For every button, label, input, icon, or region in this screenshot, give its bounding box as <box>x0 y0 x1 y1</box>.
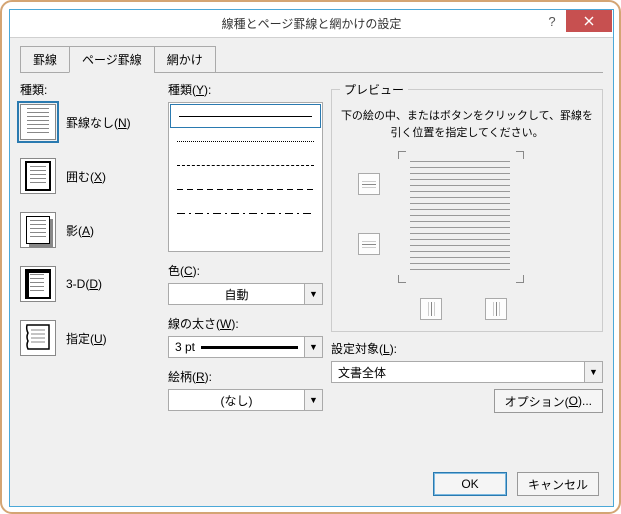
titlebar: 線種とページ罫線と網かけの設定 ? <box>10 10 613 38</box>
width-dropdown-button[interactable]: ▼ <box>305 336 323 358</box>
help-button[interactable]: ? <box>538 10 566 32</box>
setting-list: 罫線なし(N) 囲む(X) 影(A) 3-D(D) <box>20 102 160 358</box>
setting-box[interactable]: 囲む(X) <box>20 156 160 196</box>
width-sample-line <box>201 346 298 349</box>
setting-none-label: 罫線なし(N) <box>66 114 131 131</box>
guide-corner <box>398 275 406 283</box>
setting-shadow-label: 影(A) <box>66 222 94 239</box>
apply-to-dropdown[interactable]: 文書全体 ▼ <box>331 361 603 383</box>
width-value: 3 pt <box>168 336 305 358</box>
color-dropdown-button[interactable]: ▼ <box>305 283 323 305</box>
setting-custom-icon <box>20 320 56 356</box>
preview-group: プレビュー 下の絵の中、またはボタンをクリックして、罫線を引く位置を指定してくだ… <box>331 81 603 332</box>
setting-none-icon <box>20 104 56 140</box>
setting-label: 種類: <box>20 81 160 98</box>
preview-hint: 下の絵の中、またはボタンをクリックして、罫線を引く位置を指定してください。 <box>340 108 594 141</box>
guide-corner <box>398 151 406 159</box>
style-dash[interactable] <box>169 177 322 201</box>
apply-to-label: 設定対象(L): <box>331 340 603 357</box>
style-solid[interactable] <box>170 104 321 128</box>
window-controls: ? <box>538 10 613 32</box>
art-value: (なし) <box>168 389 305 411</box>
preview-page-icon <box>410 161 510 271</box>
preview-legend: プレビュー <box>340 81 408 98</box>
setting-3d-label: 3-D(D) <box>66 277 102 291</box>
setting-shadow[interactable]: 影(A) <box>20 210 160 250</box>
setting-custom-label: 指定(U) <box>66 330 107 347</box>
dialog-title: 線種とページ罫線と網かけの設定 <box>10 15 613 32</box>
border-bottom-button[interactable] <box>358 233 380 255</box>
color-label: 色(C): <box>168 262 323 279</box>
setting-box-icon <box>20 158 56 194</box>
setting-none[interactable]: 罫線なし(N) <box>20 102 160 142</box>
width-dropdown[interactable]: 3 pt ▼ <box>168 336 323 358</box>
width-text: 3 pt <box>175 340 195 354</box>
setting-3d[interactable]: 3-D(D) <box>20 264 160 304</box>
tab-strip: 罫線 ページ罫線 網かけ <box>20 46 613 73</box>
border-left-button[interactable] <box>420 298 442 320</box>
setting-custom[interactable]: 指定(U) <box>20 318 160 358</box>
style-dash-fine[interactable] <box>169 153 322 177</box>
ok-button[interactable]: OK <box>433 472 507 496</box>
setting-box-label: 囲む(X) <box>66 168 106 185</box>
close-icon <box>584 16 594 26</box>
preview-canvas[interactable] <box>340 153 594 323</box>
border-right-button[interactable] <box>485 298 507 320</box>
line-style-listbox[interactable] <box>168 102 323 252</box>
dialog-window: 線種とページ罫線と網かけの設定 ? 罫線 ページ罫線 網かけ 種類: 罫線なし(… <box>9 9 614 507</box>
guide-corner <box>516 275 524 283</box>
setting-column: 種類: 罫線なし(N) 囲む(X) 影(A) <box>20 81 160 413</box>
color-dropdown[interactable]: 自動 ▼ <box>168 283 323 305</box>
tab-page-border[interactable]: ページ罫線 <box>69 46 155 73</box>
tab-shading[interactable]: 網かけ <box>154 46 216 73</box>
guide-corner <box>516 151 524 159</box>
apply-to-value: 文書全体 <box>331 361 585 383</box>
setting-3d-icon <box>20 266 56 302</box>
style-column: 種類(Y): 色(C): 自動 ▼ 線の太さ(W): 3 pt <box>168 81 323 413</box>
close-button[interactable] <box>566 10 612 32</box>
width-label: 線の太さ(W): <box>168 315 323 332</box>
style-dotted[interactable] <box>169 129 322 153</box>
options-button[interactable]: オプション(O)... <box>494 389 603 413</box>
style-dash-dot[interactable] <box>169 201 322 225</box>
art-dropdown[interactable]: (なし) ▼ <box>168 389 323 411</box>
art-dropdown-button[interactable]: ▼ <box>305 389 323 411</box>
dialog-body: 種類: 罫線なし(N) 囲む(X) 影(A) <box>10 73 613 413</box>
border-top-button[interactable] <box>358 173 380 195</box>
cancel-button[interactable]: キャンセル <box>517 472 599 496</box>
art-label: 絵柄(R): <box>168 368 323 385</box>
dialog-footer: OK キャンセル <box>433 472 599 496</box>
color-value: 自動 <box>168 283 305 305</box>
screenshot-frame: 線種とページ罫線と網かけの設定 ? 罫線 ページ罫線 網かけ 種類: 罫線なし(… <box>0 0 621 514</box>
setting-shadow-icon <box>20 212 56 248</box>
style-label: 種類(Y): <box>168 81 323 98</box>
preview-column: プレビュー 下の絵の中、またはボタンをクリックして、罫線を引く位置を指定してくだ… <box>331 81 603 413</box>
tab-borders[interactable]: 罫線 <box>20 46 70 73</box>
apply-to-dropdown-button[interactable]: ▼ <box>585 361 603 383</box>
